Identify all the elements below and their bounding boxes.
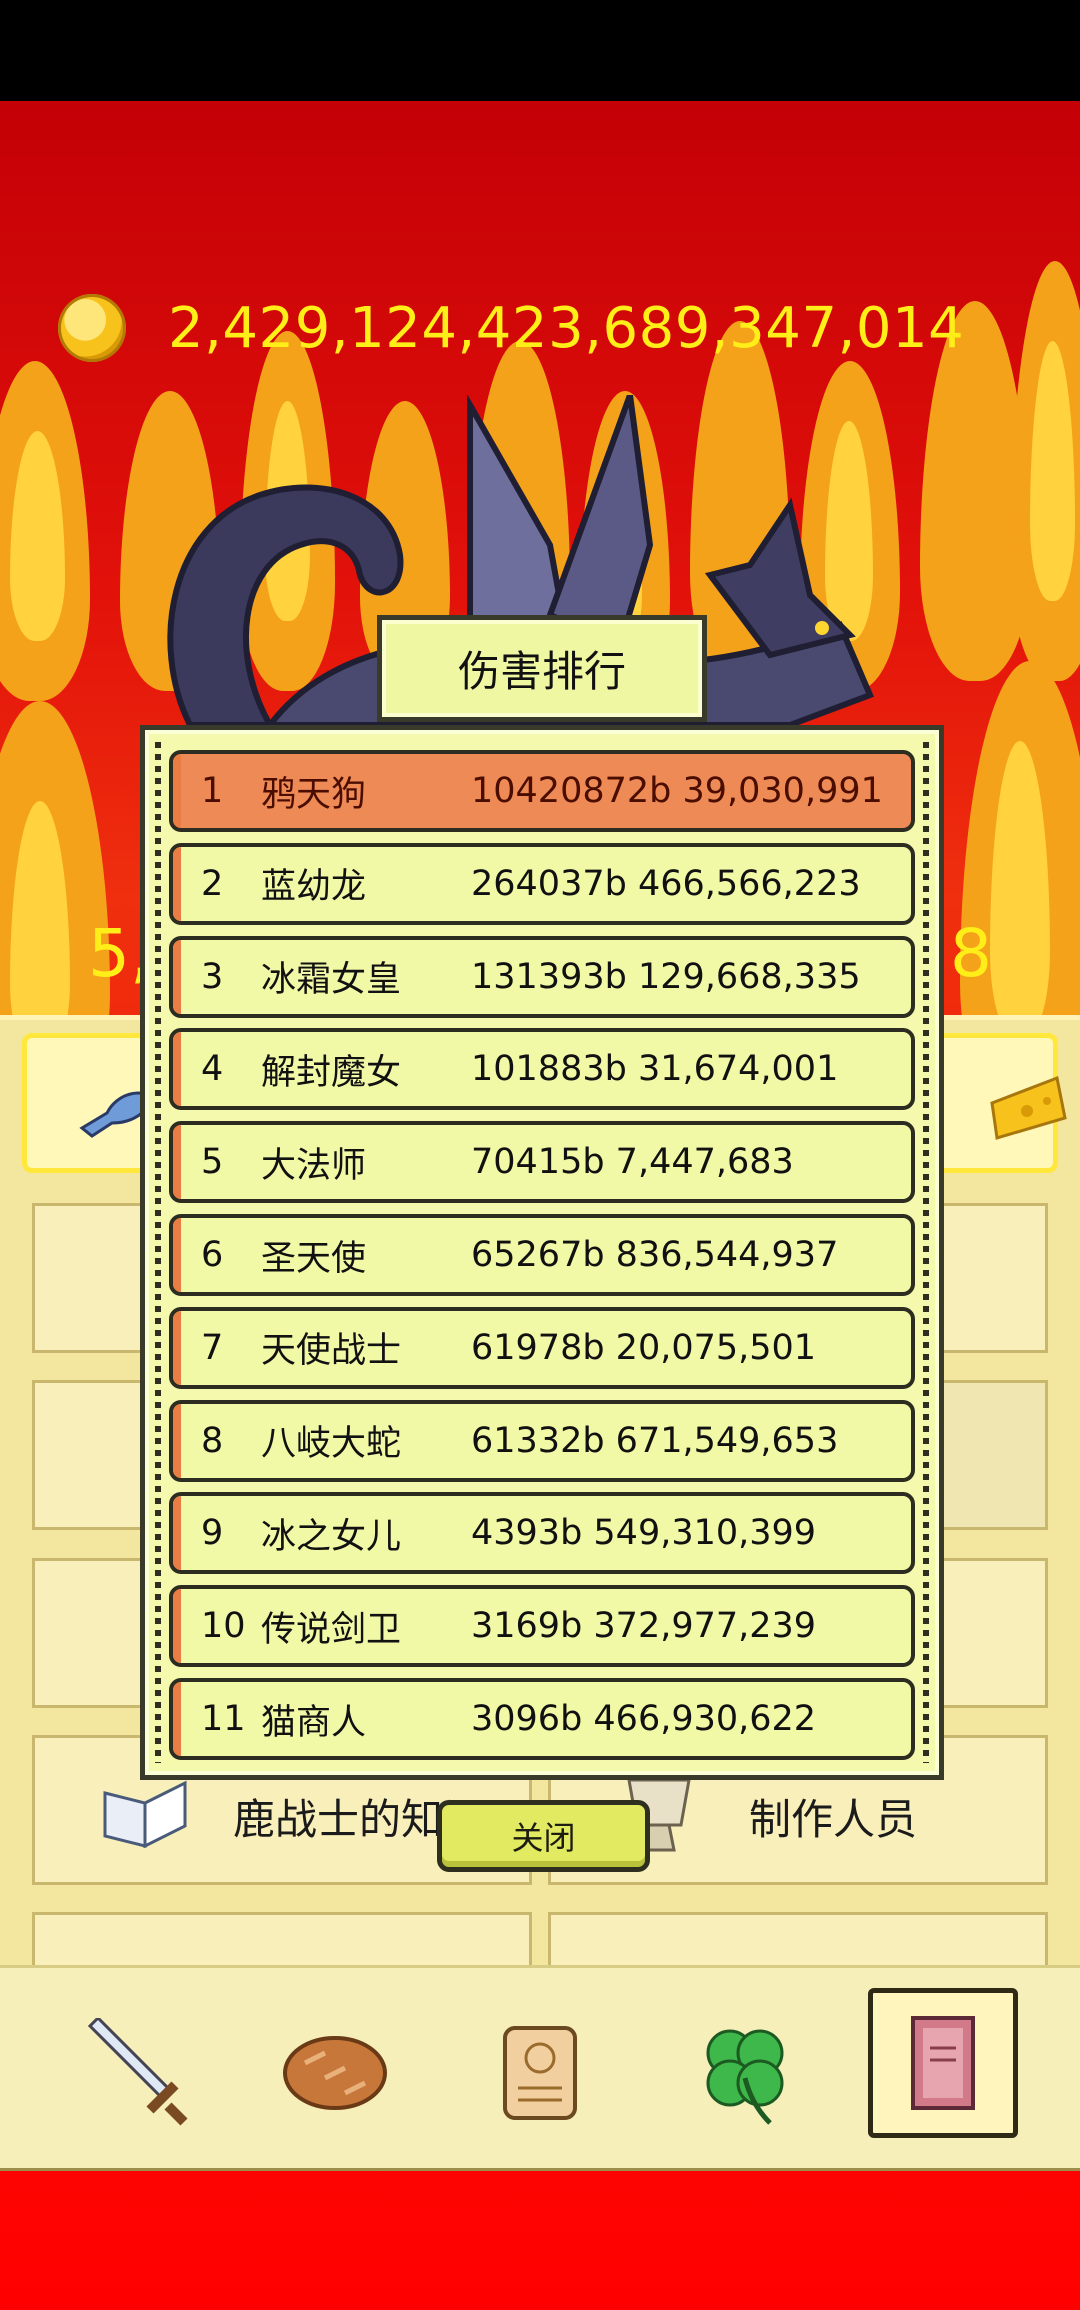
rank-number: 11 bbox=[201, 1699, 246, 1739]
hero-name: 冰霜女皇 bbox=[261, 960, 402, 1001]
hero-name: 天使战士 bbox=[261, 1331, 402, 1372]
rank-number: 8 bbox=[201, 1420, 224, 1461]
close-button[interactable]: 关闭 bbox=[437, 1800, 650, 1872]
hero-name: 大法师 bbox=[261, 1145, 367, 1186]
damage-value: 3096b 466,930,622 bbox=[471, 1699, 817, 1739]
damage-value: 61332b 671,549,653 bbox=[471, 1420, 839, 1461]
ranking-row: 5 大法师 70415b 7,447,683 bbox=[169, 1121, 915, 1204]
ranking-row: 7 天使战士 61978b 20,075,501 bbox=[169, 1306, 915, 1389]
rank-number: 7 bbox=[201, 1327, 224, 1368]
rank-number: 3 bbox=[201, 956, 224, 997]
hero-name: 鸦天狗 bbox=[261, 774, 367, 815]
rank-number: 5 bbox=[201, 1142, 224, 1183]
hero-name: 传说剑卫 bbox=[261, 1609, 402, 1650]
ranking-row: 1 鸦天狗 10420872b 39,030,991 bbox=[169, 750, 915, 832]
hero-name: 蓝幼龙 bbox=[261, 867, 367, 908]
hero-name: 解封魔女 bbox=[261, 1052, 402, 1093]
rank-number: 9 bbox=[201, 1513, 224, 1554]
ranking-row: 11 猫商人 3096b 466,930,622 bbox=[169, 1678, 915, 1760]
ranking-row: 3 冰霜女皇 131393b 129,668,335 bbox=[169, 935, 915, 1018]
rank-number: 1 bbox=[201, 771, 224, 811]
ranking-row: 6 圣天使 65267b 836,544,937 bbox=[169, 1214, 915, 1296]
damage-value: 4393b 549,310,399 bbox=[471, 1513, 817, 1554]
rank-number: 6 bbox=[201, 1235, 224, 1275]
damage-value: 264037b 466,566,223 bbox=[471, 863, 861, 904]
damage-value: 131393b 129,668,335 bbox=[471, 956, 861, 997]
damage-value: 101883b 31,674,001 bbox=[471, 1049, 839, 1090]
damage-value: 61978b 20,075,501 bbox=[471, 1327, 817, 1368]
rank-number: 4 bbox=[201, 1049, 224, 1090]
damage-value: 10420872b 39,030,991 bbox=[471, 771, 883, 811]
ranking-title: 伤害排行 bbox=[377, 615, 707, 722]
hero-name: 八岐大蛇 bbox=[261, 1424, 402, 1465]
damage-value: 70415b 7,447,683 bbox=[471, 1142, 794, 1183]
hero-name: 猫商人 bbox=[261, 1702, 367, 1743]
ranking-board: 1 鸦天狗 10420872b 39,030,991 2 蓝幼龙 264037b 466,… bbox=[140, 725, 944, 1780]
damage-value: 65267b 836,544,937 bbox=[471, 1235, 839, 1275]
hero-name: 冰之女儿 bbox=[261, 1516, 402, 1557]
ranking-row: 4 解封魔女 101883b 31,674,001 bbox=[169, 1028, 915, 1111]
ranking-row: 8 八岐大蛇 61332b 671,549,653 bbox=[169, 1399, 915, 1482]
ranking-row: 9 冰之女儿 4393b 549,310,399 bbox=[169, 1492, 915, 1575]
rank-number: 2 bbox=[201, 863, 224, 904]
hero-name: 圣天使 bbox=[261, 1238, 367, 1279]
damage-value: 3169b 372,977,239 bbox=[471, 1606, 817, 1647]
ranking-row: 2 蓝幼龙 264037b 466,566,223 bbox=[169, 842, 915, 925]
damage-ranking-modal: 伤害排行 1 鸦天狗 10420872b 39,030,991 2 蓝幼龙 264037b… bbox=[0, 0, 1080, 2310]
ranking-row: 10 传说剑卫 3169b 372,977,239 bbox=[169, 1585, 915, 1668]
rank-number: 10 bbox=[201, 1606, 246, 1647]
